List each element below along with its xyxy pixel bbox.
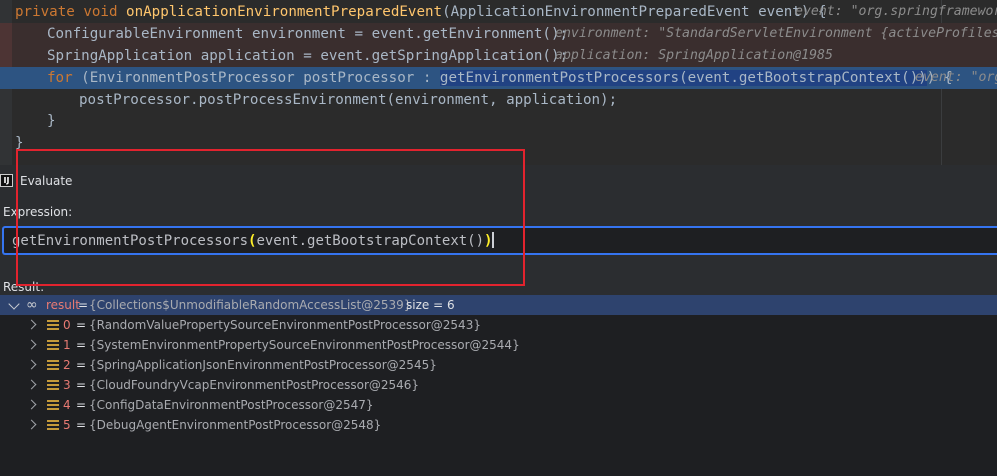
method-name: onApplicationEnvironmentPreparedEvent — [126, 4, 443, 20]
list-item[interactable]: 1 = {SystemEnvironmentPropertySourceEnvi… — [0, 335, 997, 355]
item-value: {DebugAgentEnvironmentPostProcessor@2548… — [89, 418, 382, 432]
item-equals: = — [76, 358, 87, 372]
item-value: {RandomValuePropertySourceEnvironmentPos… — [89, 318, 481, 332]
item-equals: = — [76, 418, 87, 432]
item-index: 3 — [63, 378, 71, 392]
code-line-1: private void onApplicationEnvironmentPre… — [0, 1, 997, 23]
item-index: 1 — [63, 338, 71, 352]
code-text: postProcessor.postProcessEnvironment(env… — [79, 92, 618, 108]
selected-expression[interactable]: getEnvironmentPostProcessors(event.getBo… — [439, 70, 927, 86]
item-value: {ConfigDataEnvironmentPostProcessor@2547… — [89, 398, 374, 412]
result-tree[interactable]: ∞ result {Collections$UnmodifiableRandom… — [0, 295, 997, 476]
current-execution-line: for (EnvironmentPostProcessor postProces… — [0, 67, 997, 89]
method-signature: (ApplicationEnvironmentPreparedEvent eve… — [442, 4, 827, 20]
inline-debug-hint: event: "org.springframework.boot.context… — [795, 4, 997, 19]
item-index: 2 — [63, 358, 71, 372]
keyword-for: for — [47, 70, 73, 86]
item-equals: = — [76, 318, 87, 332]
result-root-row[interactable]: ∞ result {Collections$UnmodifiableRandom… — [0, 295, 997, 315]
item-value: {CloudFoundryVcapEnvironmentPostProcesso… — [89, 378, 420, 392]
chevron-right-icon[interactable] — [26, 359, 37, 370]
list-item[interactable]: 4 = {ConfigDataEnvironmentPostProcessor@… — [0, 395, 997, 415]
code-line-2: ConfigurableEnvironment environment = ev… — [0, 23, 997, 45]
inline-debug-hint: application: SpringApplication@1985 — [555, 48, 833, 63]
field-list-icon — [47, 320, 59, 330]
item-equals: = — [76, 378, 87, 392]
result-value: {Collections$UnmodifiableRandomAccessLis… — [89, 298, 412, 312]
item-value: {SpringApplicationJsonEnvironmentPostPro… — [89, 358, 437, 372]
list-item[interactable]: 5 = {DebugAgentEnvironmentPostProcessor@… — [0, 415, 997, 435]
list-item[interactable]: 3 = {CloudFoundryVcapEnvironmentPostProc… — [0, 375, 997, 395]
inline-debug-hint: event: "org.springframework.boot.context… — [915, 70, 997, 85]
field-list-icon — [47, 420, 59, 430]
keyword-private-void: private void — [15, 4, 127, 20]
chevron-right-icon[interactable] — [26, 339, 37, 350]
item-index: 5 — [63, 418, 71, 432]
result-name: result — [46, 298, 80, 312]
code-text: SpringApplication application = event.ge… — [47, 48, 569, 64]
item-equals: = — [76, 338, 87, 352]
breakpoint-line-marker[interactable] — [0, 23, 12, 45]
closing-brace: } — [47, 113, 56, 129]
result-size: size = 6 — [406, 298, 455, 312]
item-value: {SystemEnvironmentPropertySourceEnvironm… — [89, 338, 520, 352]
list-item[interactable]: 0 = {RandomValuePropertySourceEnvironmen… — [0, 315, 997, 335]
code-line-3: SpringApplication application = event.ge… — [0, 45, 997, 67]
result-equals: = — [78, 298, 89, 312]
chevron-right-icon[interactable] — [26, 419, 37, 430]
code-editor[interactable]: private void onApplicationEnvironmentPre… — [0, 0, 997, 165]
field-list-icon — [47, 360, 59, 370]
field-list-icon — [47, 380, 59, 390]
chevron-right-icon[interactable] — [26, 399, 37, 410]
intellij-icon: IJ — [0, 174, 13, 187]
code-line-5: postProcessor.postProcessEnvironment(env… — [0, 89, 997, 111]
execution-point-marker — [0, 67, 12, 89]
code-text: ConfigurableEnvironment environment = ev… — [47, 26, 569, 42]
code-text: (EnvironmentPostProcessor postProcessor … — [72, 70, 440, 86]
breakpoint-line-marker[interactable] — [0, 45, 12, 67]
red-highlight-annotation — [16, 149, 525, 286]
list-item[interactable]: 2 = {SpringApplicationJsonEnvironmentPos… — [0, 355, 997, 375]
inline-debug-hint: environment: "StandardServletEnvironment… — [555, 26, 997, 41]
chevron-right-icon[interactable] — [26, 379, 37, 390]
code-line-6: } — [0, 110, 997, 132]
item-index: 0 — [63, 318, 71, 332]
field-list-icon — [47, 340, 59, 350]
field-list-icon — [47, 400, 59, 410]
chevron-right-icon[interactable] — [26, 319, 37, 330]
item-index: 4 — [63, 398, 71, 412]
item-equals: = — [76, 398, 87, 412]
